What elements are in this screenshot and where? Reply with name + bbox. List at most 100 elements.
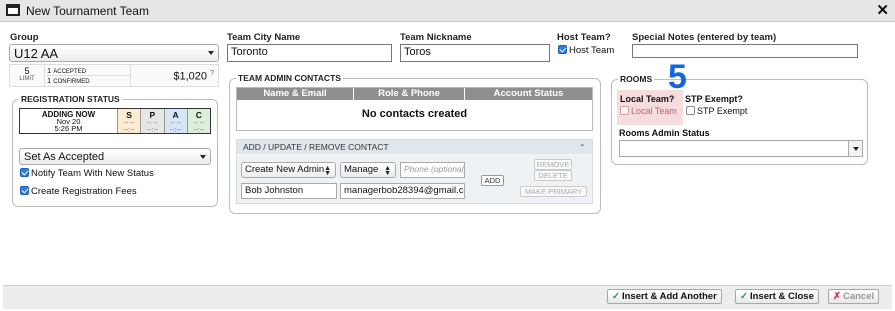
confirmed-label: CONFIRMED [53,79,90,85]
local-team-label: Local Team [631,106,677,116]
checkbox-checked-icon [20,186,29,195]
create-admin-select[interactable]: Create New Admin ▲ ▼ [241,162,336,178]
role-select[interactable]: Manage ▲ ▼ [340,162,396,178]
role-select-value: Manage [344,164,379,175]
insert-add-another-button[interactable]: ✓ Insert & Add Another [607,289,722,304]
local-team-box: Local Team? Local Team [617,90,683,125]
phone-input[interactable]: Phone (optional) [400,162,465,178]
team-admin-contacts-legend: TEAM ADMIN CONTACTS [236,73,343,83]
window-icon [6,4,20,16]
status-column-c: C -- -- --:-- [186,109,210,134]
status-time: --:-- [146,127,159,134]
close-icon[interactable]: ✕ [876,1,889,19]
registration-status-panel: REGISTRATION STATUS ADDING NOW Nov 20 5:… [12,94,218,207]
status-date: -- -- [123,120,135,127]
footer-bar: ✓ Insert & Add Another ✓ Insert & Close ✗ C… [3,285,892,309]
special-notes-input[interactable] [632,44,858,58]
checkbox-unchecked-icon [686,106,695,115]
team-city-input[interactable]: Toronto [227,44,392,62]
checkbox-checked-icon [558,45,567,54]
team-nickname-input[interactable]: Toros [400,44,550,62]
group-select-value: U12 AA [14,46,59,61]
host-team-checkbox-label: Host Team [569,45,615,56]
insert-add-another-label: Insert & Add Another [621,291,717,302]
status-column-s: S -- -- --:-- [117,109,141,134]
team-admin-contacts-panel: TEAM ADMIN CONTACTS Name & Email Role & … [229,73,601,214]
delete-contact-button[interactable]: DELETE [534,170,572,181]
stp-exempt-title: STP Exempt? [685,94,743,104]
host-team-checkbox[interactable]: Host Team [558,45,614,56]
rooms-legend: ROOMS [618,74,655,84]
add-contact-panel: ADD / UPDATE / REMOVE CONTACT - Create N… [236,139,593,204]
status-select-value: Set As Accepted [24,151,105,163]
collapse-button[interactable]: - [581,140,584,151]
status-select[interactable]: Set As Accepted [19,148,211,165]
empty-contacts-message: No contacts created [361,108,468,120]
confirmed-number: 1 [47,76,52,85]
local-team-title: Local Team? [620,94,675,104]
stp-exempt-label: STP Exempt [697,106,748,116]
team-nickname-label: Team Nickname [400,32,472,43]
notify-team-checkbox[interactable]: Notify Team With New Status [20,168,154,179]
local-team-checkbox[interactable]: Local Team [620,106,677,116]
notify-team-label: Notify Team With New Status [31,168,154,179]
dropdown-button[interactable] [848,141,862,156]
insert-close-button[interactable]: ✓ Insert & Close [735,289,819,304]
remove-contact-button[interactable]: REMOVE [534,159,572,170]
status-letter: A [172,110,179,120]
rooms-panel: ROOMS 5 Local Team? Local Team STP Exemp… [611,58,868,165]
title-bar: New Tournament Team ✕ [0,0,895,22]
status-letter: S [126,110,132,120]
window-title: New Tournament Team [26,4,149,18]
accepted-number: 1 [47,66,52,75]
registration-status-legend: REGISTRATION STATUS [19,94,122,104]
team-city-label: Team City Name [227,32,301,43]
updown-icon: ▲ ▼ [384,165,391,177]
chevron-down-icon [208,51,214,55]
host-team-label: Host Team? [557,32,611,43]
contact-name-input[interactable]: Bob Johnston [241,183,337,199]
status-grid: ADDING NOW Nov 20 5:26 PM S -- -- --:-- P --… [19,108,211,134]
adding-time: 5:26 PM [54,124,83,133]
limit-label: LIMIT [19,76,35,82]
create-admin-select-value: Create New Admin [245,164,325,175]
add-contact-button[interactable]: ADD [481,175,504,186]
chevron-down-icon [853,146,859,151]
group-fee: $1,020 [173,70,208,83]
checkmark-icon: ✓ [740,291,748,302]
column-header-role-phone: Role & Phone [354,88,465,100]
make-primary-button[interactable]: MAKE PRIMARY [520,186,587,197]
group-counts: 5 LIMIT 1 ACCEPTED 1 CONFIRMED $1,020 ? [9,64,219,87]
checkmark-icon: ✓ [612,291,620,302]
cancel-label: Cancel [842,291,875,302]
status-column-p: P -- -- --:-- [140,109,164,134]
create-fees-checkbox[interactable]: Create Registration Fees [20,186,137,197]
status-column-a: A -- -- --:-- [163,109,187,134]
status-letter: P [149,110,156,120]
close-icon: ✗ [833,291,841,302]
status-time: --:-- [193,127,205,134]
checkbox-unchecked-icon [620,106,629,115]
status-date: -- -- [193,120,205,127]
insert-close-label: Insert & Close [749,291,814,302]
column-header-name-email: Name & Email [237,88,354,100]
checkbox-checked-icon [20,168,29,177]
status-time: --:-- [123,127,135,134]
stp-exempt-checkbox[interactable]: STP Exempt [686,106,747,116]
group-label: Group [10,32,39,43]
create-fees-label: Create Registration Fees [31,186,137,197]
rooms-admin-status-label: Rooms Admin Status [619,128,710,138]
add-contact-title: ADD / UPDATE / REMOVE CONTACT [243,142,389,152]
contact-email-input[interactable]: managerbob28394@gmail.com [340,183,465,199]
status-date: -- -- [169,120,182,127]
contacts-table: Name & Email Role & Phone Account Status… [236,87,593,131]
special-notes-label: Special Notes (entered by team) [632,32,777,43]
status-letter: C [195,110,202,120]
rooms-admin-status-select[interactable] [619,140,863,157]
cancel-button[interactable]: ✗ Cancel [828,289,880,304]
group-select[interactable]: U12 AA [9,44,219,62]
updown-icon: ▲ ▼ [324,165,331,177]
limit-number: 5 [24,66,30,76]
status-time: --:-- [169,127,182,134]
fee-help-icon[interactable]: ? [210,70,214,77]
